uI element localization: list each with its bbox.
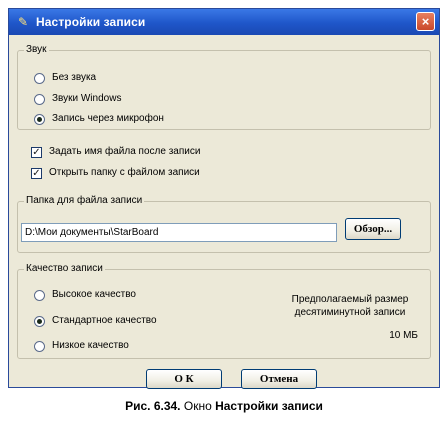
cancel-button[interactable]: Отмена (241, 369, 317, 389)
close-icon: × (421, 14, 430, 29)
ok-button[interactable]: О К (146, 369, 222, 389)
radio-low-quality[interactable]: Низкое качество (34, 340, 129, 352)
checkbox-set-filename-label: Задать имя файла после записи (49, 146, 201, 157)
radio-microphone[interactable]: Запись через микрофон (34, 113, 164, 125)
radio-windows-sounds-icon (34, 93, 45, 105)
radio-microphone-icon (34, 113, 45, 125)
radio-high-quality[interactable]: Высокое качество (34, 289, 136, 301)
browse-button[interactable]: Обзор... (345, 218, 401, 240)
checkbox-open-folder-label: Открыть папку с файлом записи (49, 167, 200, 178)
radio-high-quality-label: Высокое качество (52, 289, 136, 300)
settings-dialog: ✎ Настройки записи × Звук Без звука Звук… (8, 8, 440, 389)
radio-standard-quality-label: Стандартное качество (52, 315, 157, 326)
window-title: Настройки записи (36, 15, 146, 29)
size-estimate-line1: Предполагаемый размер (291, 294, 409, 305)
title-bar[interactable]: ✎ Настройки записи × (9, 9, 439, 35)
caption-number: Рис. 6.34. (125, 399, 181, 413)
radio-high-quality-icon (34, 289, 45, 301)
radio-windows-sounds-label: Звуки Windows (52, 93, 122, 104)
folder-group-label: Папка для файла записи (24, 195, 145, 207)
checkbox-set-filename[interactable]: ✓ Задать имя файла после записи (31, 146, 200, 158)
radio-low-quality-label: Низкое качество (52, 340, 129, 351)
close-button[interactable]: × (416, 12, 435, 31)
size-estimate-line2: десятиминутной записи (294, 307, 406, 318)
checkbox-open-folder-icon: ✓ (31, 167, 42, 179)
figure-caption: Рис. 6.34. Окно Настройки записи (0, 398, 448, 414)
folder-path-input[interactable]: D:\Мои документы\StarBoard (21, 223, 337, 242)
checkbox-open-folder[interactable]: ✓ Открыть папку с файлом записи (31, 167, 200, 179)
radio-standard-quality-icon (34, 315, 45, 327)
checkbox-set-filename-icon: ✓ (31, 146, 42, 158)
radio-low-quality-icon (34, 340, 45, 352)
sound-group-label: Звук (24, 44, 49, 56)
quality-group: Качество записи Высокое качество Стандар… (17, 263, 431, 359)
radio-windows-sounds[interactable]: Звуки Windows (34, 93, 121, 105)
radio-standard-quality[interactable]: Стандартное качество (34, 315, 157, 327)
sound-group: Звук Без звука Звуки Windows Запись чере… (17, 44, 431, 130)
radio-no-sound-label: Без звука (52, 72, 97, 83)
app-icon: ✎ (17, 15, 29, 29)
radio-no-sound-icon (34, 72, 45, 84)
radio-no-sound[interactable]: Без звука (34, 72, 96, 84)
size-estimate-value: 10 МБ (389, 330, 418, 341)
caption-title: Настройки записи (215, 399, 323, 413)
radio-microphone-label: Запись через микрофон (52, 113, 164, 124)
quality-group-label: Качество записи (24, 263, 105, 275)
caption-middle: Окно (183, 399, 212, 413)
